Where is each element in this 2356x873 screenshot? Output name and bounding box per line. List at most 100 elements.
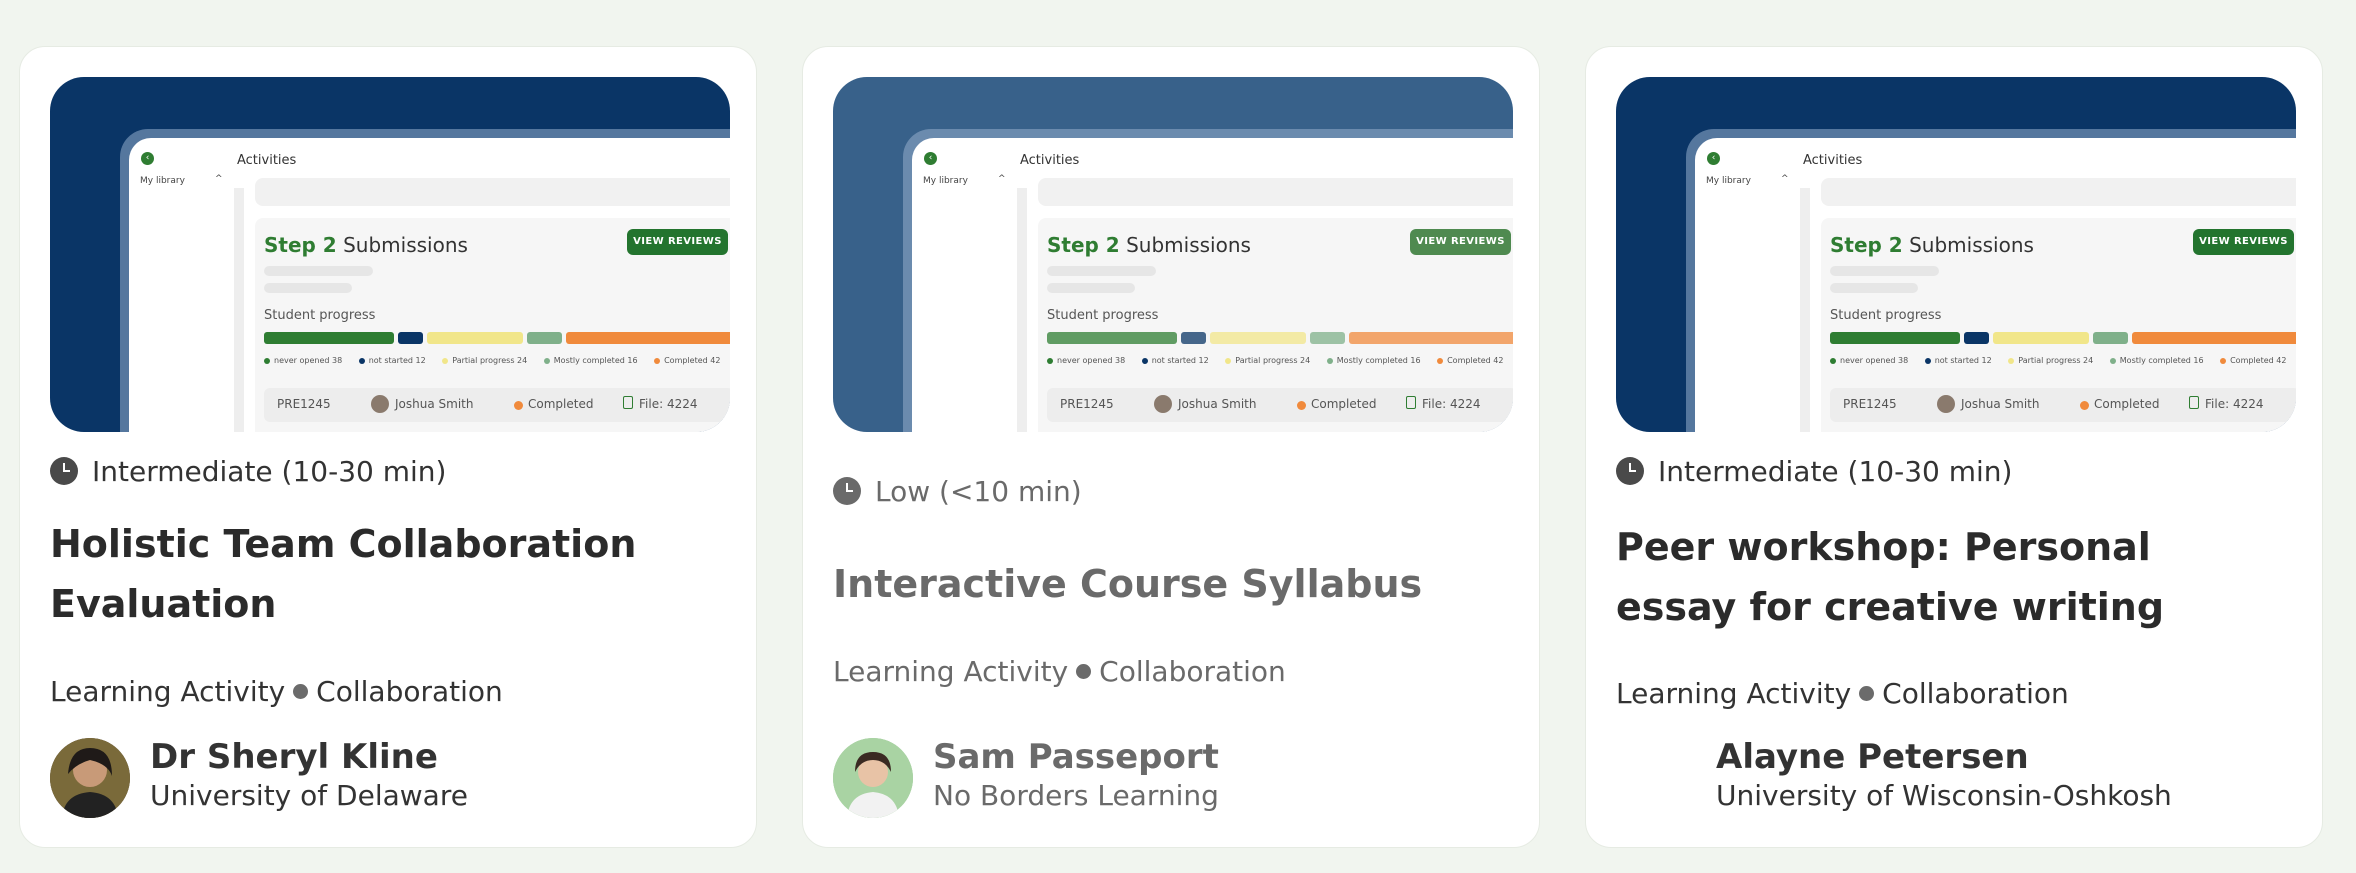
legend-item: Completed 42 [1437, 356, 1503, 365]
author-name: Alayne Petersen [1716, 737, 2029, 777]
step-heading: Step 2 Submissions [264, 233, 468, 257]
file-label: File: 4224 [1422, 397, 1481, 411]
chevron-up-icon: ^ [1781, 174, 1789, 184]
card-title[interactable]: Interactive Course Syllabus [833, 554, 1493, 614]
step-heading: Step 2 Submissions [1830, 233, 2034, 257]
status-dot-icon [2080, 401, 2089, 410]
status-dot-icon [1297, 401, 1306, 410]
legend-item: never opened 38 [264, 356, 342, 365]
card-title[interactable]: Peer workshop: Personal essay for creati… [1616, 517, 2276, 637]
skeleton-line [1830, 283, 1918, 293]
student-name: Joshua Smith [395, 397, 474, 411]
progress-segment-never-opened [264, 332, 394, 344]
card-title[interactable]: Holistic Team Collaboration Evaluation [50, 514, 710, 634]
back-arrow-icon: ‹ [1707, 152, 1720, 165]
student-name: Joshua Smith [1178, 397, 1257, 411]
file-icon [2189, 396, 2199, 409]
skeleton-line [1047, 283, 1135, 293]
activity-card[interactable]: ‹ Activities My library ^ Step 2 Submiss… [1585, 46, 2323, 848]
back-arrow-icon: ‹ [141, 152, 154, 165]
difficulty-label: Intermediate (10-30 min) [1658, 455, 2013, 488]
difficulty-label: Intermediate (10-30 min) [92, 455, 447, 488]
progress-segment-completed [566, 332, 730, 344]
file-icon [623, 396, 633, 409]
author-name: Dr Sheryl Kline [150, 737, 438, 777]
activity-category: Collaboration [1882, 677, 2069, 710]
thumbnail-header-title: Activities [1020, 153, 1080, 168]
legend-item: Completed 42 [2220, 356, 2286, 365]
skeleton-line [264, 283, 352, 293]
view-reviews-button: VIEW REVIEWS [1410, 229, 1511, 255]
submission-id: PRE1245 [1843, 397, 1897, 411]
step-heading: Step 2 Submissions [1047, 233, 1251, 257]
activity-type: Learning Activity [50, 675, 286, 708]
avatar [1154, 395, 1172, 413]
thumbnail-screen: ‹ Activities My library ^ Step 2 Submiss… [912, 138, 1513, 432]
chevron-up-icon: ^ [215, 174, 223, 184]
divider [1017, 188, 1027, 432]
thumbnail-toolbar [1821, 178, 2296, 206]
activity-category: Collaboration [316, 675, 503, 708]
card-tags: Learning Activity Collaboration [833, 655, 1286, 688]
skeleton-line [1830, 266, 1939, 276]
file-label: File: 4224 [639, 397, 698, 411]
student-progress-label: Student progress [264, 308, 376, 323]
skeleton-line [1047, 266, 1156, 276]
legend-item: never opened 38 [1830, 356, 1908, 365]
progress-legend: never opened 38 not started 12 Partial p… [264, 356, 730, 365]
clock-icon [833, 477, 861, 505]
legend-item: Mostly completed 16 [2109, 356, 2204, 365]
progress-segment-not-started [398, 332, 423, 344]
thumbnail-toolbar [255, 178, 730, 206]
back-arrow-icon: ‹ [924, 152, 937, 165]
legend-item: Partial progress 24 [1225, 356, 1310, 365]
chevron-up-icon: ^ [998, 174, 1006, 184]
file-icon [1406, 396, 1416, 409]
submission-status: Completed [1311, 397, 1377, 411]
progress-legend: never opened 38 not started 12 Partial p… [1830, 356, 2296, 365]
progress-segment-mostly [1310, 332, 1345, 344]
avatar [1937, 395, 1955, 413]
progress-segment-completed [1349, 332, 1513, 344]
author-avatar [833, 738, 913, 818]
legend-item: Partial progress 24 [442, 356, 527, 365]
legend-item: Completed 42 [654, 356, 720, 365]
thumbnail-sidebar-label: My library [923, 176, 968, 186]
legend-item: not started 12 [1141, 356, 1209, 365]
activity-thumbnail: ‹ Activities My library ^ Step 2 Submiss… [50, 77, 730, 432]
progress-segment-not-started [1181, 332, 1206, 344]
skeleton-line [264, 266, 373, 276]
difficulty-label: Low (<10 min) [875, 475, 1082, 508]
submission-row: PRE1245 Joshua Smith Completed File: 422… [1830, 388, 2296, 422]
thumbnail-sidebar-label: My library [1706, 176, 1751, 186]
separator-dot-icon [1076, 663, 1092, 679]
view-reviews-button: VIEW REVIEWS [627, 229, 728, 255]
thumbnail-screen: ‹ Activities My library ^ Step 2 Submiss… [129, 138, 730, 432]
progress-segment-partial [1993, 332, 2089, 344]
progress-segment-partial [427, 332, 523, 344]
activity-type: Learning Activity [833, 655, 1069, 688]
author-organization: University of Delaware [150, 779, 468, 812]
progress-segment-mostly [527, 332, 562, 344]
submission-row: PRE1245 Joshua Smith Completed File: 422… [264, 388, 730, 422]
thumbnail-header-title: Activities [1803, 153, 1863, 168]
student-name: Joshua Smith [1961, 397, 2040, 411]
legend-item: Mostly completed 16 [1326, 356, 1421, 365]
activity-card[interactable]: ‹ Activities My library ^ Step 2 Submiss… [19, 46, 757, 848]
activity-card[interactable]: ‹ Activities My library ^ Step 2 Submiss… [802, 46, 1540, 848]
author-name: Sam Passeport [933, 737, 1219, 777]
clock-icon [1616, 457, 1644, 485]
thumbnail-header-title: Activities [237, 153, 297, 168]
card-tags: Learning Activity Collaboration [1616, 677, 2069, 710]
legend-item: Mostly completed 16 [543, 356, 638, 365]
submission-row: PRE1245 Joshua Smith Completed File: 422… [1047, 388, 1513, 422]
submission-id: PRE1245 [1060, 397, 1114, 411]
divider [234, 188, 244, 432]
legend-item: Partial progress 24 [2008, 356, 2093, 365]
clock-icon [50, 457, 78, 485]
progress-segment-never-opened [1047, 332, 1177, 344]
submission-status: Completed [528, 397, 594, 411]
activity-thumbnail: ‹ Activities My library ^ Step 2 Submiss… [833, 77, 1513, 432]
author-organization: University of Wisconsin-Oshkosh [1716, 779, 2172, 812]
thumbnail-screen: ‹ Activities My library ^ Step 2 Submiss… [1695, 138, 2296, 432]
